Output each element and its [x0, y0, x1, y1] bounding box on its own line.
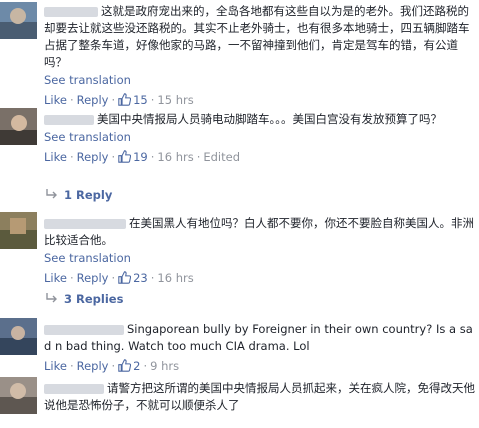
author-name[interactable] — [44, 6, 98, 17]
thumbs-up-icon[interactable] — [118, 150, 132, 163]
reply-button[interactable]: Reply — [77, 93, 109, 107]
comment-text: 在美国黑人有地位吗？白人都不要你，你还不要脸自称美国人。非洲比较适合他。 — [44, 216, 474, 247]
edited-label[interactable]: Edited — [203, 150, 240, 164]
comment-actions: Like · Reply · 23 · 16 hrs — [44, 271, 194, 285]
see-translation-link[interactable]: See translation — [44, 129, 476, 146]
like-button[interactable]: Like — [44, 271, 67, 285]
comment-actions: Like · Reply · 19 · 16 hrs · Edited — [44, 150, 241, 164]
avatar[interactable] — [0, 377, 37, 414]
timestamp[interactable]: 16 hrs — [157, 271, 193, 285]
comment-text: Singaporean bully by Foreigner in their … — [44, 322, 473, 353]
reply-arrow-icon — [46, 189, 57, 199]
avatar-photo — [0, 318, 37, 355]
author-name[interactable] — [44, 114, 94, 125]
view-replies-link[interactable]: 1 Reply — [44, 187, 112, 204]
thumbs-up-icon[interactable] — [118, 93, 132, 106]
comment-actions: Like · Reply · 2 · 9 hrs — [44, 359, 180, 373]
thumbs-up-icon[interactable] — [118, 359, 132, 372]
avatar[interactable] — [0, 212, 37, 249]
timestamp[interactable]: 15 hrs — [157, 93, 193, 107]
comment-actions: Like · Reply · 15 · 15 hrs — [44, 93, 194, 107]
author-name[interactable] — [44, 218, 126, 229]
author-name[interactable] — [44, 324, 124, 335]
like-button[interactable]: Like — [44, 150, 67, 164]
see-translation-link[interactable]: See translation — [44, 72, 476, 89]
timestamp[interactable]: 9 hrs — [150, 359, 179, 373]
like-count[interactable]: 23 — [133, 271, 148, 285]
comment-text: 美国中央情报局人员骑电动脚踏车。。。美国白宫没有发放预算了吗？ — [44, 111, 476, 128]
timestamp[interactable]: 16 hrs — [157, 150, 193, 164]
like-button[interactable]: Like — [44, 359, 67, 373]
avatar[interactable] — [0, 108, 37, 145]
avatar[interactable] — [0, 318, 37, 355]
avatar-photo — [0, 108, 37, 145]
reply-arrow-icon — [46, 293, 57, 303]
avatar-photo — [0, 212, 37, 249]
see-translation-link[interactable]: See translation — [44, 250, 476, 267]
avatar-photo — [0, 2, 37, 39]
like-button[interactable]: Like — [44, 93, 67, 107]
like-count[interactable]: 15 — [133, 93, 148, 107]
comment-text: 这就是政府宠出来的，全岛各地都有这些自以为是的老外。我们还路税的却要去让就这些没… — [44, 4, 470, 69]
avatar-photo — [0, 377, 37, 414]
comment-text: 请警方把这所谓的美国中央情报局人员抓起来，关在疯人院，免得改天他说他是恐怖份子，… — [44, 381, 475, 412]
thumbs-up-icon[interactable] — [118, 271, 132, 284]
reply-button[interactable]: Reply — [77, 150, 109, 164]
avatar[interactable] — [0, 2, 37, 39]
author-name[interactable] — [44, 383, 104, 394]
like-count[interactable]: 19 — [133, 150, 148, 164]
reply-button[interactable]: Reply — [77, 359, 109, 373]
like-count[interactable]: 2 — [133, 359, 140, 373]
view-replies-link[interactable]: 3 Replies — [44, 291, 123, 308]
reply-button[interactable]: Reply — [77, 271, 109, 285]
